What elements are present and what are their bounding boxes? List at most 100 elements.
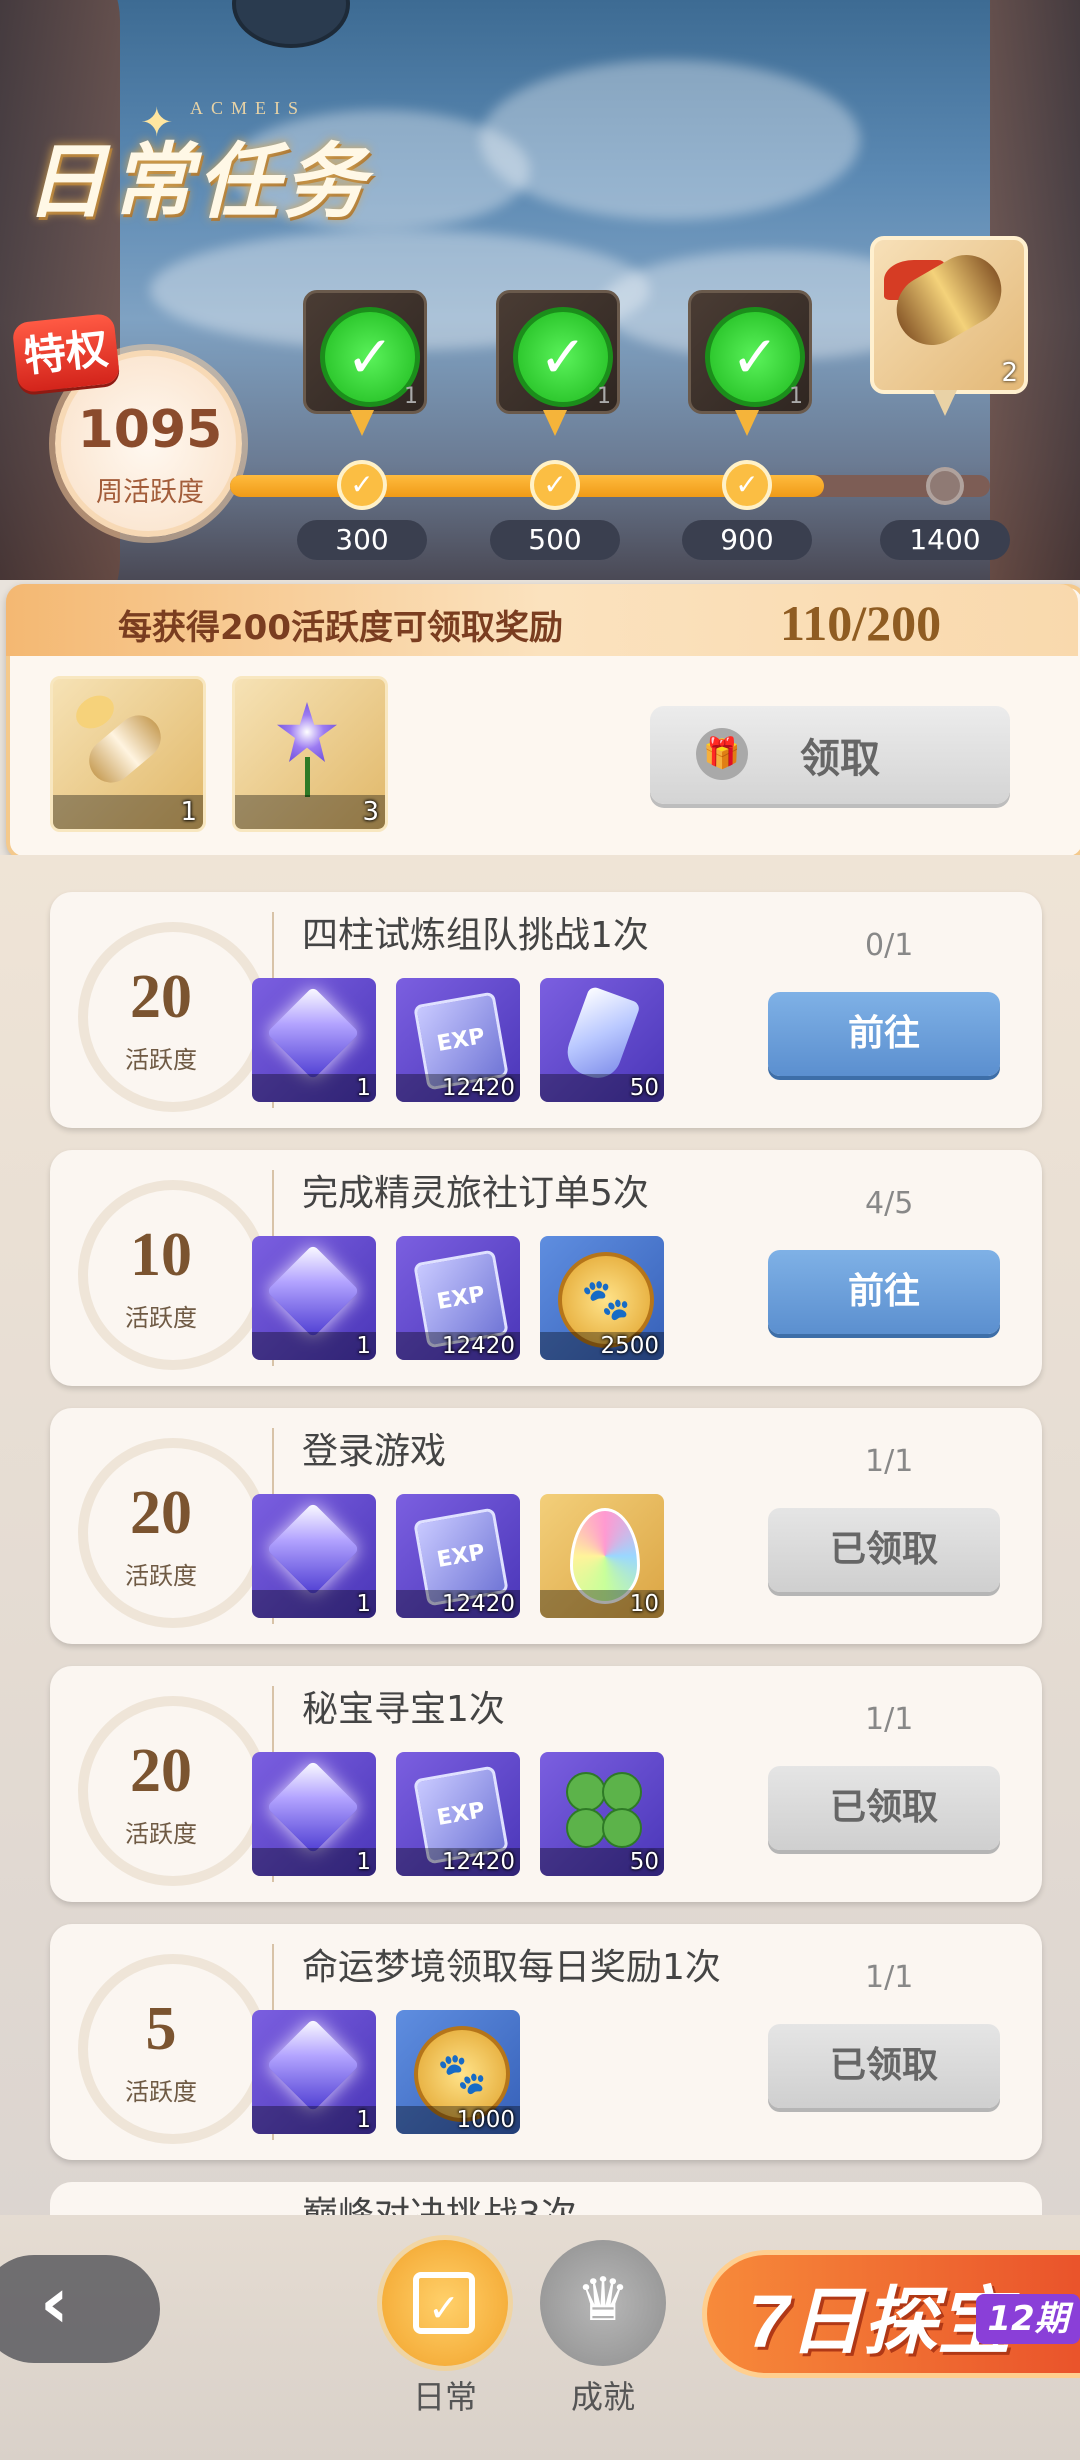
task-points: 20 活跃度 <box>50 1666 272 1902</box>
task-name: 命运梦境领取每日奖励1次 <box>302 1947 721 1988</box>
reward-item-flower[interactable]: 3 <box>232 676 388 832</box>
reward-item[interactable]: EXP 12420 <box>396 1494 520 1618</box>
reward-item[interactable]: EXP 12420 <box>396 1752 520 1876</box>
task-points: 20 活跃度 <box>50 1408 272 1644</box>
claimed-button[interactable]: 已领取 <box>768 2024 1000 2108</box>
reward-description: 每获得200活跃度可领取奖励 <box>118 608 563 648</box>
reward-item[interactable]: 50 <box>540 1752 664 1876</box>
milestone-reward-900[interactable]: ✓ 1 <box>688 290 812 414</box>
reward-item[interactable]: 1 <box>252 1494 376 1618</box>
cube-icon <box>266 986 360 1080</box>
item-count: 12420 <box>441 1591 515 1617</box>
milestone-check-icon: ✓ <box>722 460 772 510</box>
item-count: 1 <box>180 797 197 827</box>
task-name: 秘宝寻宝1次 <box>302 1689 505 1730</box>
milestone-count: 1 <box>789 384 803 409</box>
task-points: 10 活跃度 <box>50 1150 272 1386</box>
item-count: 12420 <box>441 1849 515 1875</box>
task-points: 20 活跃度 <box>50 892 272 1128</box>
task-progress: 1/1 <box>865 1444 914 1479</box>
page-title: 日常任务 <box>25 135 369 230</box>
task-points-label: 活跃度 <box>125 2078 197 2106</box>
item-count: 10 <box>629 1591 659 1617</box>
reward-item[interactable]: 1 <box>252 1752 376 1876</box>
clover-icon <box>566 1772 642 1848</box>
milestone-value: 500 <box>490 520 620 560</box>
task-progress: 1/1 <box>865 1960 914 1995</box>
task-points-value: 20 <box>130 1479 192 1547</box>
cube-icon <box>266 1760 360 1854</box>
claimed-button[interactable]: 已领取 <box>768 1766 1000 1850</box>
milestone-dot <box>926 467 964 505</box>
item-count: 1 <box>356 1849 371 1875</box>
gift-icon: 🎁 <box>696 728 748 780</box>
weekly-activity-label: 周活跃度 <box>96 477 204 508</box>
tab-achievements-label: 成就 <box>570 2378 635 2416</box>
milestone-pointer <box>543 410 567 436</box>
task-points: 5 活跃度 <box>50 1924 272 2160</box>
reward-item[interactable]: EXP 12420 <box>396 1236 520 1360</box>
task-points-label: 活跃度 <box>125 1562 197 1590</box>
back-button[interactable] <box>0 2255 160 2363</box>
crown-icon: ♛ <box>576 2265 630 2335</box>
milestone-count: 1 <box>597 384 611 409</box>
task-card: 20 活跃度 秘宝寻宝1次 1/1 1 EXP 12420 50 已领取 <box>50 1666 1042 1902</box>
milestone-value: 1400 <box>880 520 1010 560</box>
reward-item[interactable]: 50 <box>540 978 664 1102</box>
cube-icon <box>266 1244 360 1338</box>
item-count: 1 <box>356 1333 371 1359</box>
privilege-badge[interactable]: 特权 <box>11 312 121 394</box>
milestone-reward-500[interactable]: ✓ 1 <box>496 290 620 414</box>
flower-icon <box>257 697 357 797</box>
claim-label: 领取 <box>800 736 880 782</box>
reward-item[interactable]: 🐾 1000 <box>396 2010 520 2134</box>
cube-icon <box>266 2018 360 2112</box>
item-count: 50 <box>629 1075 659 1101</box>
reward-item[interactable]: 🐾 2500 <box>540 1236 664 1360</box>
go-button[interactable]: 前往 <box>768 1250 1000 1334</box>
tab-daily-label: 日常 <box>412 2378 477 2416</box>
milestone-count: 2 <box>1001 358 1018 388</box>
task-points-value: 10 <box>130 1221 192 1289</box>
milestone-count: 1 <box>404 384 418 409</box>
item-count: 1000 <box>456 2107 515 2133</box>
milestone-check-icon: ✓ <box>530 460 580 510</box>
reward-item[interactable]: 1 <box>252 978 376 1102</box>
claimed-button[interactable]: 已领取 <box>768 1508 1000 1592</box>
reward-item[interactable]: 1 <box>252 1236 376 1360</box>
promo-badge: 12期 <box>976 2294 1080 2344</box>
task-card: 20 活跃度 四柱试炼组队挑战1次 0/1 1 EXP 12420 50 前往 <box>50 892 1042 1128</box>
task-progress: 1/1 <box>865 1702 914 1737</box>
task-name: 四柱试炼组队挑战1次 <box>302 915 649 956</box>
task-name: 完成精灵旅社订单5次 <box>302 1173 649 1214</box>
item-count: 1 <box>356 2107 371 2133</box>
calendar-check-icon: ✓ <box>413 2272 475 2334</box>
task-points-label: 活跃度 <box>125 1046 197 1074</box>
go-button[interactable]: 前往 <box>768 992 1000 1076</box>
task-points-value: 20 <box>130 1737 192 1805</box>
item-count: 12420 <box>441 1333 515 1359</box>
task-points-label: 活跃度 <box>125 1820 197 1848</box>
reward-item[interactable]: EXP 12420 <box>396 978 520 1102</box>
task-progress: 4/5 <box>865 1186 914 1221</box>
item-count: 1 <box>356 1591 371 1617</box>
item-count: 1 <box>356 1075 371 1101</box>
item-count: 12420 <box>441 1075 515 1101</box>
item-count: 50 <box>629 1849 659 1875</box>
milestone-reward-1400[interactable]: 2 <box>870 236 1028 394</box>
weekly-activity-value: 1095 <box>77 400 223 460</box>
task-points-label: 活跃度 <box>125 1304 197 1332</box>
reward-item[interactable]: 1 <box>252 2010 376 2134</box>
task-card: 10 活跃度 完成精灵旅社订单5次 4/5 1 EXP 12420 🐾 2500 前往 <box>50 1150 1042 1386</box>
item-count: 2500 <box>600 1333 659 1359</box>
task-name: 登录游戏 <box>302 1431 447 1472</box>
task-progress: 0/1 <box>865 928 914 963</box>
task-card: 20 活跃度 登录游戏 1/1 1 EXP 12420 10 已领取 <box>50 1408 1042 1644</box>
task-card: 5 活跃度 命运梦境领取每日奖励1次 1/1 1 🐾 1000 已领取 <box>50 1924 1042 2160</box>
cube-icon <box>266 1502 360 1596</box>
promo-text: 7日探宝 <box>748 2280 1012 2363</box>
task-points-value: 5 <box>145 1995 177 2063</box>
reward-item[interactable]: 10 <box>540 1494 664 1618</box>
milestone-reward-300[interactable]: ✓ 1 <box>303 290 427 414</box>
reward-item-scroll[interactable]: 1 <box>50 676 206 832</box>
